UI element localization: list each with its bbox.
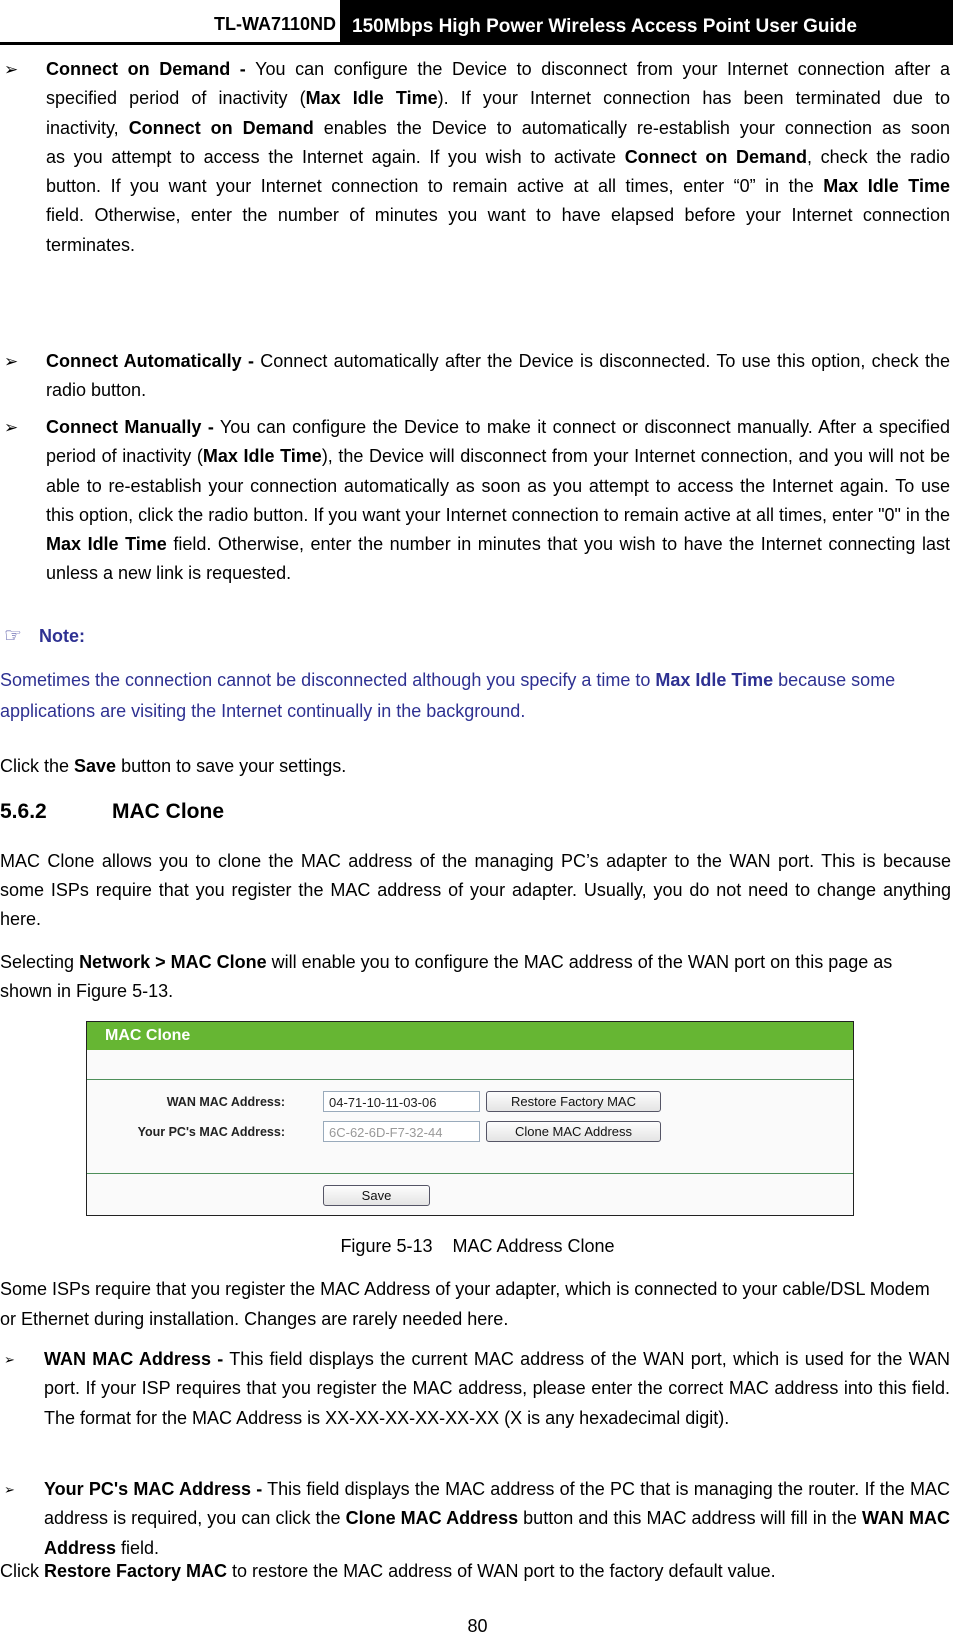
restore-paragraph: Click Restore Factory MAC to restore the… [0, 1561, 776, 1581]
bullet-term: WAN MAC Address - [44, 1349, 224, 1369]
arrow-bullet-icon: ➢ [4, 1352, 15, 1367]
note-text: Sometimes the connection cannot be disco… [0, 670, 896, 721]
note-title: Note: [38, 626, 85, 646]
section-heading: 5.6.2 MAC Clone [0, 800, 224, 824]
guide-title: 150Mbps High Power Wireless Access Point… [340, 0, 953, 42]
bullet-term: Connect Manually - [46, 417, 214, 437]
bullet-text: You can configure the Device to disconne… [46, 59, 951, 255]
arrow-bullet-icon: ➢ [4, 352, 19, 371]
figure-caption: Figure 5-13 MAC Address Clone [340, 1236, 615, 1256]
save-instruction: Click the Save button to save your setti… [0, 756, 347, 776]
restore-factory-mac-button[interactable]: Restore Factory MAC [486, 1091, 661, 1112]
selecting-paragraph: Selecting Network > MAC Clone will enabl… [0, 952, 893, 1001]
pc-mac-label: Your PC's MAC Address: [137, 1125, 285, 1139]
note-heading: ☞ Note: [4, 622, 85, 651]
panel-title: MAC Clone [87, 1022, 853, 1050]
arrow-bullet-icon: ➢ [4, 418, 19, 437]
bullet-text: You can configure the Device to make it … [46, 417, 950, 584]
mac-clone-figure: MAC Clone WAN MAC Address: 04-71-10-11-0… [86, 1021, 854, 1216]
divider [87, 1079, 853, 1080]
pointing-hand-icon: ☞ [4, 625, 22, 647]
bullet-term: Your PC's MAC Address - [44, 1479, 263, 1499]
intro-paragraph: MAC Clone allows you to clone the MAC ad… [0, 851, 951, 929]
section-number: 5.6.2 [0, 800, 47, 823]
wan-mac-input[interactable]: 04-71-10-11-03-06 [323, 1091, 480, 1112]
pc-mac-input[interactable]: 6C-62-6D-F7-32-44 [323, 1121, 480, 1142]
wan-mac-label: WAN MAC Address: [166, 1095, 285, 1109]
bullet-term: Connect Automatically - [46, 351, 254, 371]
clone-mac-address-button[interactable]: Clone MAC Address [486, 1121, 661, 1142]
bullet-term: Connect on Demand - [46, 59, 246, 79]
arrow-bullet-icon: ➢ [4, 1482, 15, 1497]
section-title: MAC Clone [112, 800, 224, 823]
isp-paragraph: Some ISPs require that you register the … [0, 1279, 930, 1329]
divider [87, 1173, 853, 1174]
page-number: 80 [467, 1616, 488, 1636]
save-button[interactable]: Save [323, 1185, 430, 1206]
page-header: TL-WA7110ND 150Mbps High Power Wireless … [0, 0, 953, 45]
product-model: TL-WA7110ND [213, 14, 336, 34]
arrow-bullet-icon: ➢ [4, 60, 19, 79]
